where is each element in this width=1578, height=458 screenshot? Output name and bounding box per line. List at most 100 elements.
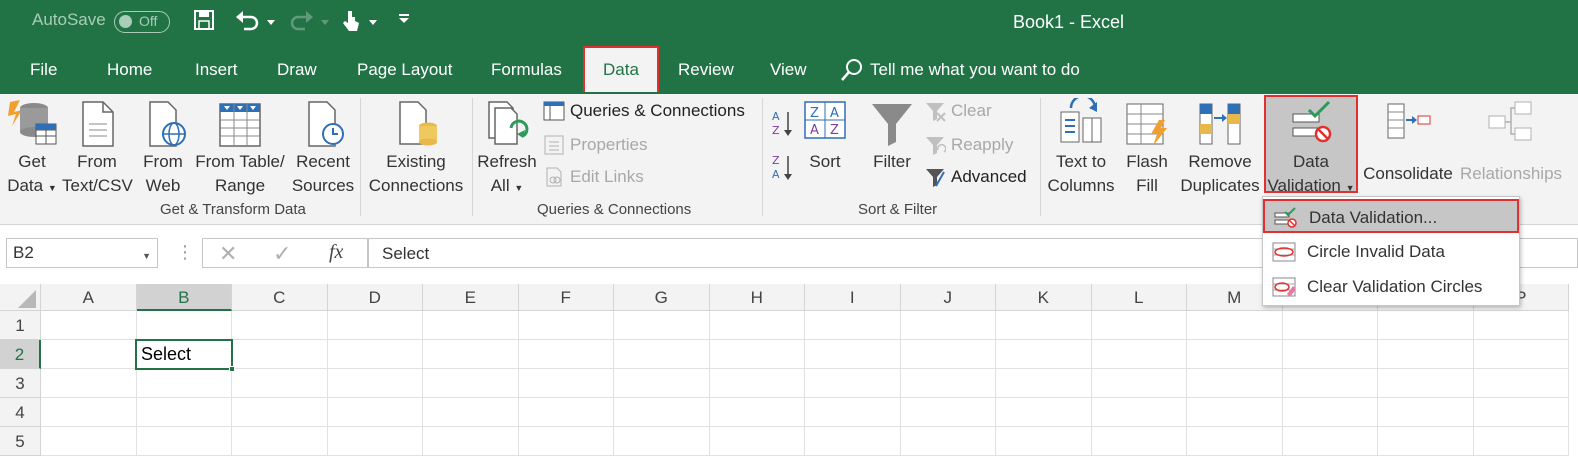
touch-dropdown-icon[interactable] bbox=[368, 14, 378, 32]
tab-data[interactable]: Data bbox=[603, 60, 639, 80]
enter-icon[interactable]: ✓ bbox=[273, 241, 291, 267]
cell-m4[interactable] bbox=[1187, 398, 1283, 427]
name-box[interactable]: B2 ▼ bbox=[6, 238, 158, 268]
cell-j3[interactable] bbox=[900, 369, 996, 398]
cell-d5[interactable] bbox=[327, 427, 423, 456]
cell-j2[interactable] bbox=[900, 340, 996, 369]
cell-h5[interactable] bbox=[709, 427, 805, 456]
cell-o4[interactable] bbox=[1378, 398, 1474, 427]
cell-n1[interactable] bbox=[1282, 311, 1378, 340]
cell-o5[interactable] bbox=[1378, 427, 1474, 456]
cell-f3[interactable] bbox=[518, 369, 614, 398]
cell-k2[interactable] bbox=[996, 340, 1092, 369]
cell-i2[interactable] bbox=[805, 340, 901, 369]
column-header-a[interactable]: A bbox=[41, 284, 137, 311]
from-table-range-button[interactable]: From Table/ Range bbox=[192, 98, 288, 198]
cell-n2[interactable] bbox=[1282, 340, 1378, 369]
cell-b3[interactable] bbox=[136, 369, 232, 398]
cell-a1[interactable] bbox=[41, 311, 137, 340]
tab-home[interactable]: Home bbox=[107, 60, 152, 80]
cell-k4[interactable] bbox=[996, 398, 1092, 427]
column-header-c[interactable]: C bbox=[232, 284, 328, 311]
cell-m2[interactable] bbox=[1187, 340, 1283, 369]
from-web-button[interactable]: From Web bbox=[138, 98, 188, 198]
tab-insert[interactable]: Insert bbox=[195, 60, 238, 80]
existing-connections-button[interactable]: Existing Connections bbox=[366, 98, 466, 198]
refresh-all-button[interactable]: Refresh All ▼ bbox=[476, 98, 538, 200]
tab-view[interactable]: View bbox=[770, 60, 807, 80]
cell-i4[interactable] bbox=[805, 398, 901, 427]
menu-item-circle-invalid-data[interactable]: Circle Invalid Data bbox=[1263, 235, 1519, 269]
cell-c2[interactable] bbox=[232, 340, 328, 369]
menu-item-clear-validation-circles[interactable]: Clear Validation Circles bbox=[1263, 270, 1519, 304]
row-header-1[interactable]: 1 bbox=[0, 311, 41, 340]
cell-f5[interactable] bbox=[518, 427, 614, 456]
tab-draw[interactable]: Draw bbox=[277, 60, 317, 80]
cell-j1[interactable] bbox=[900, 311, 996, 340]
cell-k3[interactable] bbox=[996, 369, 1092, 398]
cell-n3[interactable] bbox=[1282, 369, 1378, 398]
formula-bar-grip-icon[interactable]: ⋮ bbox=[176, 242, 194, 263]
cell-m1[interactable] bbox=[1187, 311, 1283, 340]
cell-e4[interactable] bbox=[423, 398, 519, 427]
cell-d1[interactable] bbox=[327, 311, 423, 340]
cell-i1[interactable] bbox=[805, 311, 901, 340]
autosave-toggle[interactable]: Off bbox=[114, 11, 170, 33]
column-header-k[interactable]: K bbox=[996, 284, 1092, 311]
text-to-columns-button[interactable]: Text to Columns bbox=[1044, 98, 1118, 198]
cell-d4[interactable] bbox=[327, 398, 423, 427]
remove-duplicates-button[interactable]: Remove Duplicates bbox=[1178, 98, 1262, 198]
cell-h3[interactable] bbox=[709, 369, 805, 398]
cell-g2[interactable] bbox=[614, 340, 710, 369]
cell-c4[interactable] bbox=[232, 398, 328, 427]
cell-j5[interactable] bbox=[900, 427, 996, 456]
menu-item-data-validation[interactable]: Data Validation... bbox=[1263, 199, 1519, 233]
fill-handle[interactable] bbox=[229, 366, 235, 372]
cell-h2[interactable] bbox=[709, 340, 805, 369]
cell-g1[interactable] bbox=[614, 311, 710, 340]
cell-a5[interactable] bbox=[41, 427, 137, 456]
from-text-csv-button[interactable]: From Text/CSV bbox=[62, 98, 133, 198]
cell-c5[interactable] bbox=[232, 427, 328, 456]
column-header-l[interactable]: L bbox=[1091, 284, 1187, 311]
cell-g3[interactable] bbox=[614, 369, 710, 398]
cell-l1[interactable] bbox=[1091, 311, 1187, 340]
cell-i3[interactable] bbox=[805, 369, 901, 398]
tab-formulas[interactable]: Formulas bbox=[491, 60, 562, 80]
cell-j4[interactable] bbox=[900, 398, 996, 427]
cell-m5[interactable] bbox=[1187, 427, 1283, 456]
row-header-5[interactable]: 5 bbox=[0, 427, 41, 456]
column-header-g[interactable]: G bbox=[614, 284, 710, 311]
cell-f2[interactable] bbox=[518, 340, 614, 369]
tab-file[interactable]: File bbox=[30, 60, 57, 80]
cell-e1[interactable] bbox=[423, 311, 519, 340]
consolidate-button[interactable]: Consolidate bbox=[1358, 98, 1458, 186]
cell-d3[interactable] bbox=[327, 369, 423, 398]
cell-g5[interactable] bbox=[614, 427, 710, 456]
cell-o3[interactable] bbox=[1378, 369, 1474, 398]
cell-a3[interactable] bbox=[41, 369, 137, 398]
touch-mode-icon[interactable] bbox=[340, 9, 362, 38]
column-header-j[interactable]: J bbox=[900, 284, 996, 311]
cell-h4[interactable] bbox=[709, 398, 805, 427]
cell-b4[interactable] bbox=[136, 398, 232, 427]
cell-e3[interactable] bbox=[423, 369, 519, 398]
column-header-e[interactable]: E bbox=[423, 284, 519, 311]
cell-o2[interactable] bbox=[1378, 340, 1474, 369]
cell-f1[interactable] bbox=[518, 311, 614, 340]
cell-e2[interactable] bbox=[423, 340, 519, 369]
advanced-button[interactable]: Advanced bbox=[924, 166, 1027, 188]
cell-l4[interactable] bbox=[1091, 398, 1187, 427]
cell-a2[interactable] bbox=[41, 340, 137, 369]
undo-dropdown-icon[interactable] bbox=[266, 14, 276, 32]
cell-m3[interactable] bbox=[1187, 369, 1283, 398]
cell-l5[interactable] bbox=[1091, 427, 1187, 456]
cell-i5[interactable] bbox=[805, 427, 901, 456]
sort-a-z-button[interactable]: AZ bbox=[770, 108, 794, 138]
queries-connections-button[interactable]: Queries & Connections bbox=[543, 100, 745, 122]
column-header-f[interactable]: F bbox=[518, 284, 614, 311]
cell-g4[interactable] bbox=[614, 398, 710, 427]
insert-function-icon[interactable]: fx bbox=[329, 241, 343, 264]
column-header-h[interactable]: H bbox=[709, 284, 805, 311]
customize-qat-icon[interactable] bbox=[398, 12, 410, 30]
